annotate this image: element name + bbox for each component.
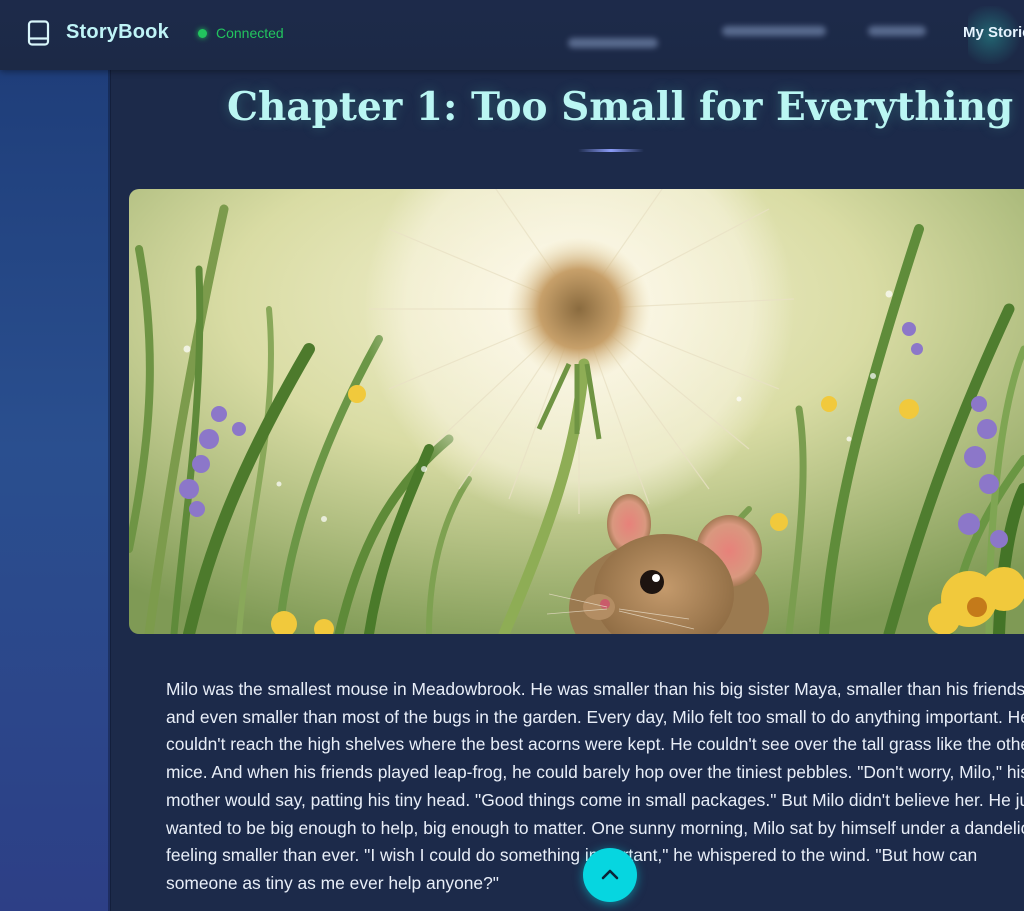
chapter-illustration xyxy=(129,189,1024,634)
blurred-nav-element xyxy=(568,38,658,48)
left-rail xyxy=(0,70,110,911)
my-stories-link[interactable]: My Stories xyxy=(963,24,1024,41)
chapter-title: Chapter 1: Too Small for Everything xyxy=(227,84,1014,130)
status-indicator xyxy=(198,29,207,38)
scroll-to-top-button[interactable] xyxy=(583,848,637,902)
connection-status: Connected xyxy=(216,25,284,41)
blurred-nav-element xyxy=(868,26,926,36)
blurred-nav-element xyxy=(722,26,826,36)
top-bar: StoryBook Connected My Stories xyxy=(0,0,1024,70)
app-name[interactable]: StoryBook xyxy=(66,21,169,44)
chevron-up-icon xyxy=(601,869,619,880)
book-icon[interactable] xyxy=(27,20,51,46)
title-divider xyxy=(578,149,644,152)
